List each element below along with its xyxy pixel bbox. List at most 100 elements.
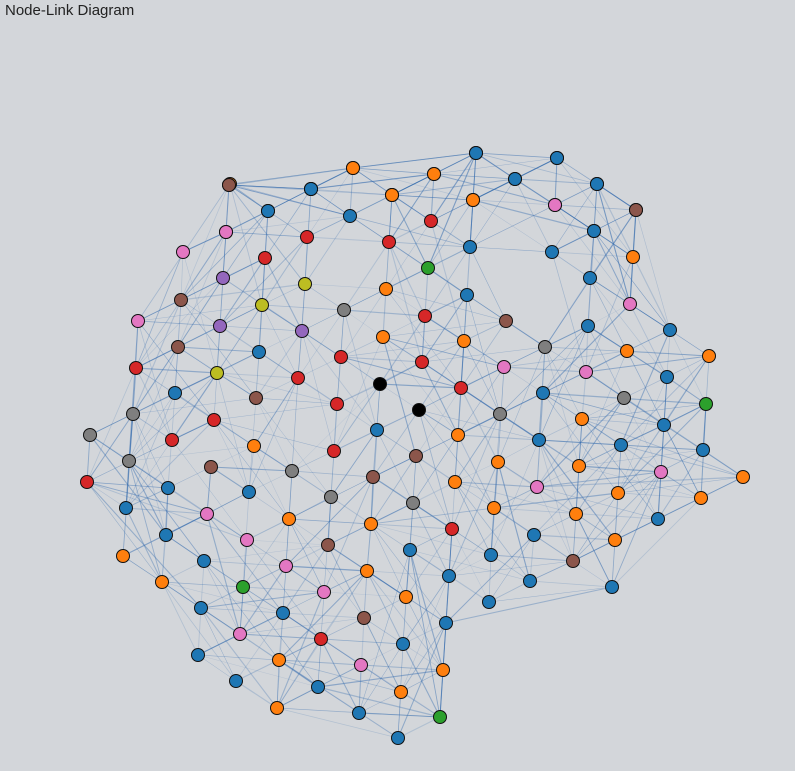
node-red[interactable] xyxy=(129,361,143,375)
node-gray[interactable] xyxy=(324,490,338,504)
node-blue[interactable] xyxy=(527,528,541,542)
node-brown[interactable] xyxy=(249,391,263,405)
node-blue[interactable] xyxy=(469,146,483,160)
node-blue[interactable] xyxy=(352,706,366,720)
node-green[interactable] xyxy=(421,261,435,275)
node-brown[interactable] xyxy=(174,293,188,307)
node-pink[interactable] xyxy=(200,507,214,521)
node-red[interactable] xyxy=(330,397,344,411)
node-orange[interactable] xyxy=(572,459,586,473)
node-orange[interactable] xyxy=(487,501,501,515)
node-brown[interactable] xyxy=(204,460,218,474)
node-brown[interactable] xyxy=(566,554,580,568)
node-blue[interactable] xyxy=(660,370,674,384)
node-orange[interactable] xyxy=(608,533,622,547)
node-red[interactable] xyxy=(327,444,341,458)
node-orange[interactable] xyxy=(575,412,589,426)
node-gray[interactable] xyxy=(285,464,299,478)
node-orange[interactable] xyxy=(282,512,296,526)
node-blue[interactable] xyxy=(197,554,211,568)
node-olive[interactable] xyxy=(298,277,312,291)
node-blue[interactable] xyxy=(460,288,474,302)
node-red[interactable] xyxy=(300,230,314,244)
node-blue[interactable] xyxy=(194,601,208,615)
node-red[interactable] xyxy=(334,350,348,364)
node-gray[interactable] xyxy=(122,454,136,468)
node-red[interactable] xyxy=(165,433,179,447)
node-orange[interactable] xyxy=(491,455,505,469)
node-blue[interactable] xyxy=(242,485,256,499)
node-blue[interactable] xyxy=(168,386,182,400)
node-blue[interactable] xyxy=(523,574,537,588)
node-blue[interactable] xyxy=(161,481,175,495)
node-black[interactable] xyxy=(412,403,426,417)
node-red[interactable] xyxy=(291,371,305,385)
node-pink[interactable] xyxy=(279,559,293,573)
node-pink[interactable] xyxy=(579,365,593,379)
node-gray[interactable] xyxy=(126,407,140,421)
node-blue[interactable] xyxy=(581,319,595,333)
node-purple[interactable] xyxy=(295,324,309,338)
node-blue[interactable] xyxy=(403,543,417,557)
node-brown[interactable] xyxy=(171,340,185,354)
node-blue[interactable] xyxy=(614,438,628,452)
node-orange[interactable] xyxy=(270,701,284,715)
node-blue[interactable] xyxy=(545,245,559,259)
node-blue[interactable] xyxy=(508,172,522,186)
node-red[interactable] xyxy=(415,355,429,369)
node-blue[interactable] xyxy=(252,345,266,359)
node-purple[interactable] xyxy=(213,319,227,333)
node-orange[interactable] xyxy=(427,167,441,181)
node-blue[interactable] xyxy=(343,209,357,223)
node-blue[interactable] xyxy=(370,423,384,437)
node-pink[interactable] xyxy=(240,533,254,547)
node-blue[interactable] xyxy=(276,606,290,620)
node-orange[interactable] xyxy=(360,564,374,578)
node-pink[interactable] xyxy=(131,314,145,328)
node-pink[interactable] xyxy=(497,360,511,374)
node-pink[interactable] xyxy=(654,465,668,479)
node-pink[interactable] xyxy=(623,297,637,311)
node-black[interactable] xyxy=(373,377,387,391)
node-pink[interactable] xyxy=(354,658,368,672)
node-orange[interactable] xyxy=(394,685,408,699)
node-blue[interactable] xyxy=(696,443,710,457)
node-blue[interactable] xyxy=(587,224,601,238)
node-brown[interactable] xyxy=(366,470,380,484)
node-blue[interactable] xyxy=(590,177,604,191)
node-orange[interactable] xyxy=(364,517,378,531)
node-gray[interactable] xyxy=(337,303,351,317)
node-blue[interactable] xyxy=(304,182,318,196)
node-blue[interactable] xyxy=(463,240,477,254)
node-blue[interactable] xyxy=(229,674,243,688)
node-orange[interactable] xyxy=(451,428,465,442)
node-orange[interactable] xyxy=(399,590,413,604)
node-olive[interactable] xyxy=(210,366,224,380)
node-red[interactable] xyxy=(424,214,438,228)
node-green[interactable] xyxy=(433,710,447,724)
node-red[interactable] xyxy=(454,381,468,395)
node-red[interactable] xyxy=(418,309,432,323)
node-blue[interactable] xyxy=(484,548,498,562)
node-brown[interactable] xyxy=(499,314,513,328)
node-orange[interactable] xyxy=(466,193,480,207)
node-orange[interactable] xyxy=(626,250,640,264)
node-orange[interactable] xyxy=(448,475,462,489)
node-brown[interactable] xyxy=(321,538,335,552)
node-blue[interactable] xyxy=(396,637,410,651)
node-red[interactable] xyxy=(445,522,459,536)
node-pink[interactable] xyxy=(219,225,233,239)
node-orange[interactable] xyxy=(155,575,169,589)
node-blue[interactable] xyxy=(311,680,325,694)
node-blue[interactable] xyxy=(550,151,564,165)
node-blue[interactable] xyxy=(442,569,456,583)
node-gray[interactable] xyxy=(493,407,507,421)
node-blue[interactable] xyxy=(663,323,677,337)
node-blue[interactable] xyxy=(651,512,665,526)
node-orange[interactable] xyxy=(379,282,393,296)
node-blue[interactable] xyxy=(261,204,275,218)
node-orange[interactable] xyxy=(611,486,625,500)
node-brown[interactable] xyxy=(629,203,643,217)
node-pink[interactable] xyxy=(176,245,190,259)
node-orange[interactable] xyxy=(247,439,261,453)
